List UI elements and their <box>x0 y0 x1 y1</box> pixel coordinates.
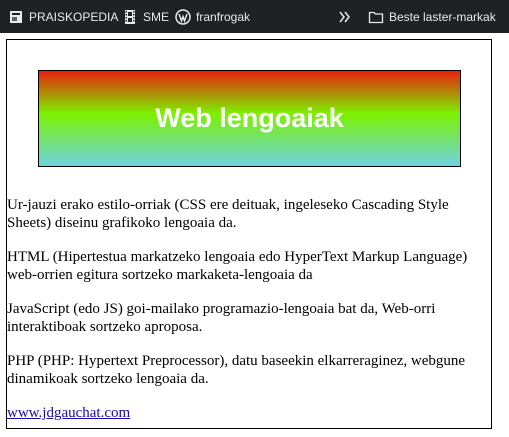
paragraph-css: Ur-jauzi erako estilo-orriak (CSS ere de… <box>7 197 449 231</box>
paragraph-php: PHP (PHP: Hypertext Preprocessor), datu … <box>7 353 466 387</box>
paragraph-javascript: JavaScript (edo JS) goi-mailako programa… <box>7 301 436 335</box>
bookmarks-bar: PRAISKOPEDIA SME franfrogak Beste laster… <box>0 0 509 33</box>
bookmark-sme[interactable]: SME <box>122 0 169 33</box>
page-content: Web lengoaiak Ur-jauzi erako estilo-orri… <box>6 39 492 429</box>
double-chevron-icon <box>337 9 353 25</box>
other-bookmarks-folder[interactable]: Beste laster-markak <box>368 0 496 33</box>
content-paragraphs: Ur-jauzi erako estilo-orriak (CSS ere de… <box>7 196 491 422</box>
bookmark-franfrogak[interactable]: franfrogak <box>175 0 250 33</box>
website-link[interactable]: www.jdgauchat.com <box>7 404 491 422</box>
wordpress-icon <box>175 8 191 25</box>
header-banner: Web lengoaiak <box>38 70 461 167</box>
more-bookmarks-button[interactable] <box>337 0 353 33</box>
page-icon <box>8 9 24 25</box>
paragraph-html: HTML (Hipertestua markatzeko lengoaia ed… <box>7 249 468 283</box>
film-strip-icon <box>122 9 138 25</box>
folder-icon <box>368 9 384 25</box>
bookmark-label: SME <box>143 9 170 24</box>
bookmark-label: franfrogak <box>196 9 251 24</box>
bookmark-label: PRAISKOPEDIA <box>29 9 119 24</box>
banner-title: Web lengoaiak <box>155 103 344 133</box>
bookmark-praiskopedia[interactable]: PRAISKOPEDIA <box>8 0 118 33</box>
other-bookmarks-label: Beste laster-markak <box>389 9 496 24</box>
